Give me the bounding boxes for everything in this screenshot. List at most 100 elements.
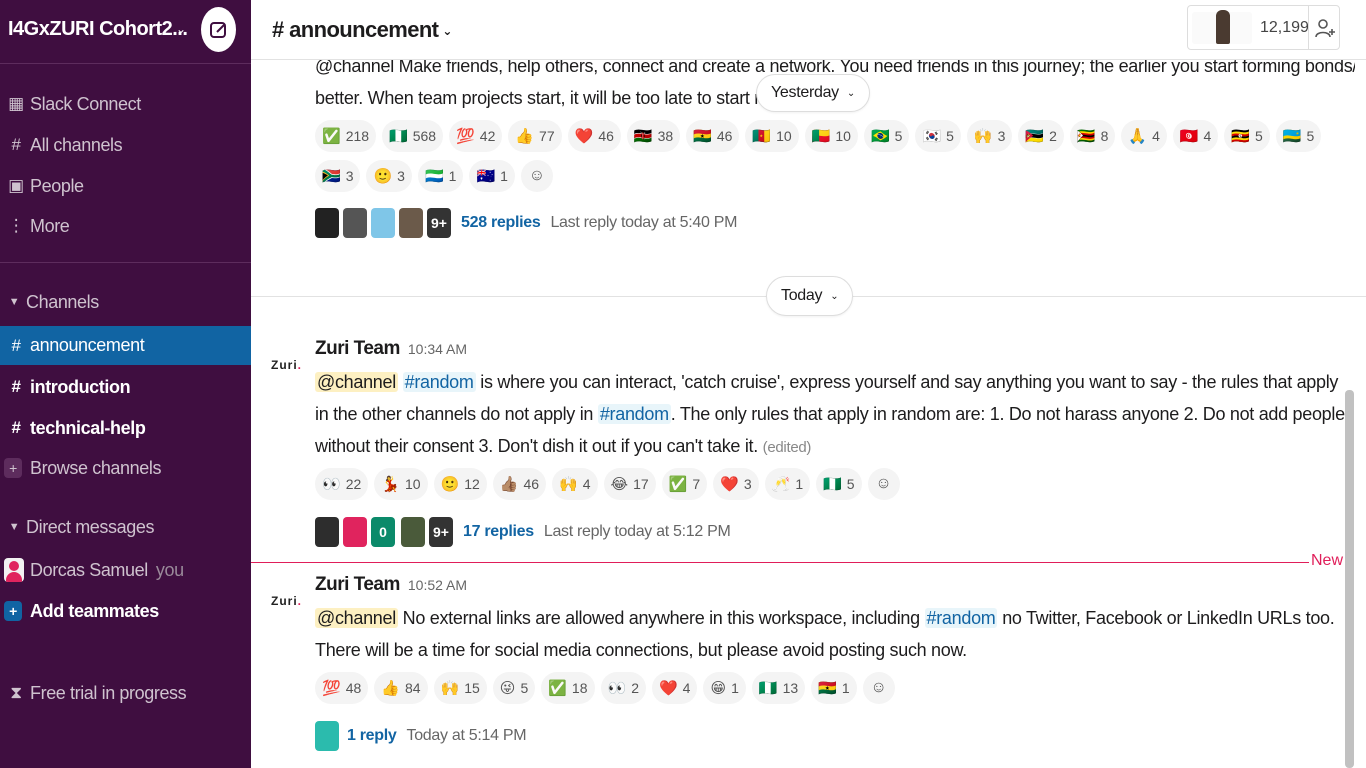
reaction-pill[interactable]: 🇳🇬 13 — [751, 672, 806, 704]
reaction-pill[interactable]: 🇷🇼 5 — [1275, 120, 1322, 152]
sidebar-item-dm-self[interactable]: Dorcas Samuel you — [0, 552, 251, 588]
chevron-down-icon[interactable]: ⌄ — [176, 22, 186, 36]
reaction-pill[interactable]: 🇬🇭 1 — [811, 672, 857, 704]
reaction-emoji: 💯 — [456, 128, 475, 145]
reaction-pill[interactable]: 👀 2 — [600, 672, 646, 704]
sidebar-item-more[interactable]: ⋮ More — [0, 208, 251, 244]
channel-mention[interactable]: @channel — [315, 372, 398, 392]
message-timestamp[interactable]: 10:34 AM — [408, 341, 467, 357]
date-label: Yesterday — [771, 84, 839, 101]
browse-channels-button[interactable]: + Browse channels — [0, 450, 251, 486]
reaction-pill[interactable]: 💯 48 — [315, 672, 369, 704]
replies-link[interactable]: 1 reply — [347, 727, 397, 745]
reaction-pill[interactable]: 🇲🇿 2 — [1018, 120, 1064, 152]
reaction-pill[interactable]: 🇿🇼 8 — [1069, 120, 1116, 152]
sidebar-item-slack-connect[interactable]: ▦ Slack Connect — [0, 86, 251, 122]
sender-name[interactable]: Zuri Team — [315, 574, 400, 595]
reaction-count: 12 — [464, 476, 480, 492]
reaction-pill[interactable]: 🇬🇭 46 — [686, 120, 740, 152]
add-emoji-icon: ☺ — [875, 475, 892, 492]
reaction-pill[interactable]: ✅ 18 — [541, 672, 595, 704]
reaction-pill[interactable]: ❤️ 4 — [651, 672, 698, 704]
add-teammates-label: Add teammates — [30, 600, 159, 621]
reaction-emoji: 🙌 — [973, 128, 993, 145]
replies-link[interactable]: 528 replies — [461, 214, 541, 232]
sidebar-item-people[interactable]: ▣ People — [0, 168, 251, 204]
reaction-pill[interactable]: 🙂 3 — [366, 160, 412, 192]
sender-name[interactable]: Zuri Team — [315, 338, 400, 359]
channel-title-button[interactable]: # announcement ⌄ — [272, 17, 453, 43]
reaction-pill[interactable]: ❤️ 3 — [713, 468, 759, 500]
reaction-pill[interactable]: 🇳🇬 5 — [816, 468, 862, 500]
member-avatars — [1192, 8, 1252, 48]
channels-section-toggle[interactable]: ▼ Channels — [0, 284, 251, 320]
reaction-pill[interactable]: 😂 17 — [603, 468, 656, 500]
reaction-pill[interactable]: 🇿🇦 3 — [315, 160, 361, 192]
avatar-initial: 0 — [371, 517, 395, 547]
reaction-pill[interactable]: 💃 10 — [374, 468, 428, 500]
dm-section-toggle[interactable]: ▼ Direct messages — [0, 509, 251, 545]
reaction-pill[interactable]: 🇧🇯 10 — [804, 120, 858, 152]
sender-avatar[interactable]: Zuri. — [271, 581, 307, 621]
sidebar-item-all-channels[interactable]: # All channels — [0, 127, 251, 163]
reaction-pill[interactable]: 🇳🇬 568 — [382, 120, 444, 152]
sidebar-item-technical-help[interactable]: # technical-help — [0, 410, 251, 446]
channel-link[interactable]: #random — [597, 404, 671, 424]
channel-link[interactable]: #random — [402, 372, 476, 392]
reaction-pill[interactable]: 😁 1 — [703, 672, 746, 704]
channel-link[interactable]: #random — [924, 608, 998, 628]
reaction-pill[interactable]: 🙂 12 — [433, 468, 487, 500]
reaction-pill[interactable]: 🇧🇷 5 — [863, 120, 910, 152]
trial-status[interactable]: ⧗ Free trial in progress — [0, 675, 251, 711]
reaction-pill[interactable]: 💯 42 — [449, 120, 503, 152]
reaction-pill[interactable]: 🇰🇷 5 — [915, 120, 961, 152]
reaction-pill[interactable]: 🥂 1 — [764, 468, 811, 500]
chevron-down-icon: ⌄ — [846, 87, 855, 99]
reaction-emoji: 🇳🇬 — [823, 476, 842, 493]
workspace-name[interactable]: I4GxZURI Cohort2... — [8, 18, 188, 41]
reaction-pill[interactable]: 🇦🇺 1 — [469, 160, 515, 192]
thread-summary[interactable]: 9+ 528 replies Last reply today at 5:40 … — [315, 208, 737, 238]
reaction-pill[interactable]: 🙌 3 — [966, 120, 1013, 152]
add-reaction-button[interactable]: ☺ — [867, 468, 900, 500]
add-reaction-button[interactable]: ☺ — [862, 672, 895, 704]
add-teammates-button[interactable]: + Add teammates — [0, 593, 251, 629]
reaction-pill[interactable]: 🇹🇳 4 — [1172, 120, 1219, 152]
reaction-pill[interactable]: 🙌 15 — [433, 672, 487, 704]
reaction-pill[interactable]: 👍 77 — [508, 120, 562, 152]
sidebar-item-announcement[interactable]: # announcement — [0, 326, 251, 365]
reaction-pill[interactable]: 🇨🇲 10 — [745, 120, 799, 152]
reaction-pill[interactable]: 🇰🇪 38 — [626, 120, 681, 152]
reaction-pill[interactable]: ❤️ 46 — [567, 120, 621, 152]
reaction-pill[interactable]: 🇺🇬 5 — [1224, 120, 1270, 152]
reaction-pill[interactable]: ✅ 218 — [315, 120, 377, 152]
message-timestamp[interactable]: 10:52 AM — [408, 577, 467, 593]
reaction-count: 3 — [743, 476, 752, 492]
date-divider-yesterday[interactable]: Yesterday ⌄ — [756, 74, 870, 112]
sidebar-item-label: More — [30, 215, 70, 236]
hash-icon: # — [11, 335, 21, 355]
reaction-pill[interactable]: ✅ 7 — [661, 468, 708, 500]
reaction-pill[interactable]: 👀 22 — [315, 468, 369, 500]
reaction-pill[interactable]: 🇸🇱 1 — [417, 160, 464, 192]
channel-mention[interactable]: @channel — [315, 608, 398, 628]
reaction-pill[interactable]: 😜 5 — [492, 672, 536, 704]
replies-link[interactable]: 17 replies — [463, 523, 534, 541]
scrollbar[interactable] — [1345, 390, 1354, 768]
workspace-header[interactable]: I4GxZURI Cohort2... ⌄ — [0, 0, 251, 64]
reaction-emoji: 💃 — [381, 476, 400, 493]
add-reaction-button[interactable]: ☺ — [520, 160, 553, 192]
reaction-pill[interactable]: 🙌 4 — [552, 468, 598, 500]
reaction-pill[interactable]: 👍🏽 46 — [492, 468, 547, 500]
reaction-pill[interactable]: 👍 84 — [374, 672, 428, 704]
date-divider-today[interactable]: Today ⌄ — [766, 276, 854, 316]
reaction-emoji: 💯 — [322, 680, 341, 697]
add-people-button[interactable] — [1308, 5, 1340, 50]
reaction-emoji: 🇰🇷 — [922, 128, 942, 145]
reaction-pill[interactable]: 🙏 4 — [1121, 120, 1167, 152]
thread-summary[interactable]: 1 reply Today at 5:14 PM — [315, 721, 527, 751]
sender-avatar[interactable]: Zuri. — [271, 345, 307, 385]
compose-button[interactable] — [201, 7, 236, 52]
sidebar-item-introduction[interactable]: # introduction — [0, 369, 251, 405]
thread-summary[interactable]: 0 9+ 17 replies Last reply today at 5:12… — [315, 517, 731, 547]
